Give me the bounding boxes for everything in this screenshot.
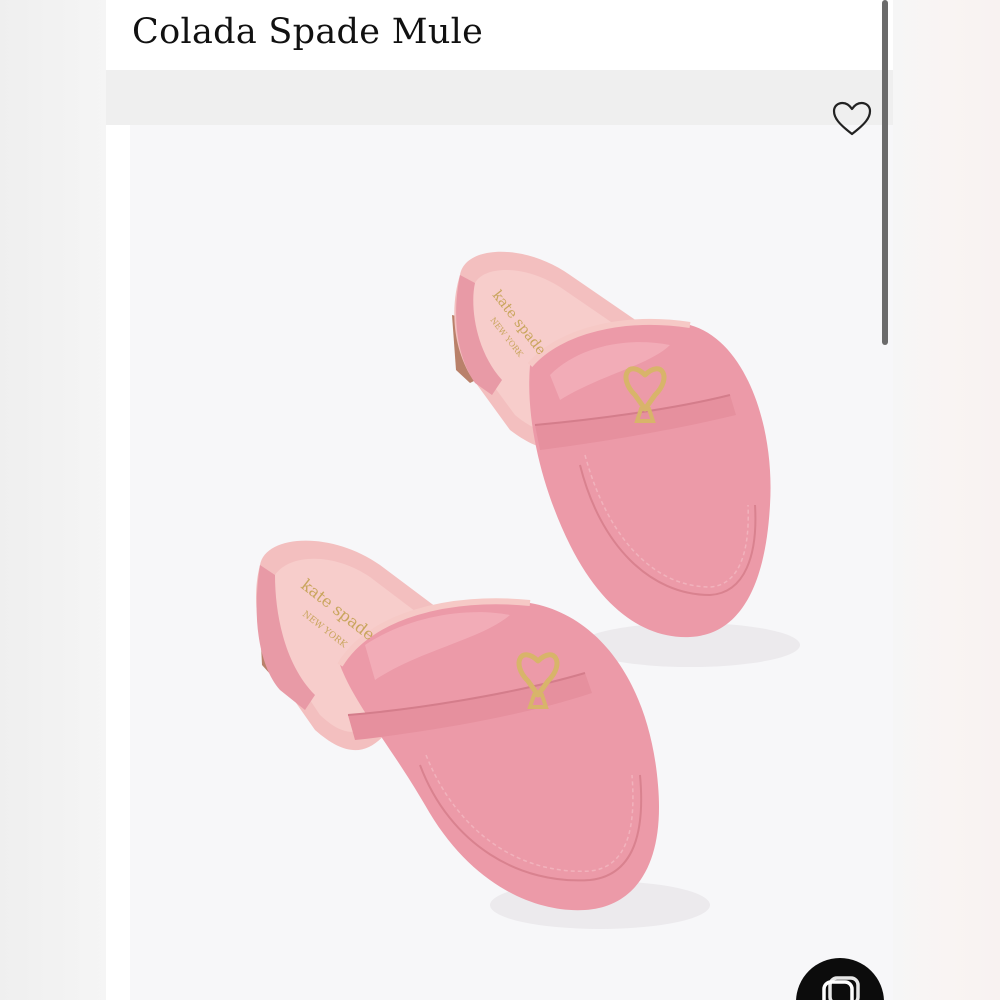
front-shoe: kate spade NEW YORK — [256, 540, 660, 911]
chat-bubble-icon — [822, 976, 860, 1000]
mule-shoes-image: kate spade NEW YORK kate spade NEW YORK — [256, 251, 800, 929]
heart-outline-icon — [832, 101, 872, 136]
backdrop-right — [893, 0, 1000, 1000]
favorite-button[interactable] — [831, 100, 873, 140]
image-gutter — [106, 125, 130, 1000]
back-shoe: kate spade NEW YORK — [452, 251, 771, 638]
product-title: Colada Spade Mule — [132, 12, 484, 52]
backdrop-left — [0, 0, 106, 1000]
product-image[interactable]: kate spade NEW YORK kate spade NEW YORK — [130, 125, 893, 1000]
product-screen: Colada Spade Mule kate spade NEW YORK ka… — [106, 0, 893, 1000]
title-bar: Colada Spade Mule — [106, 0, 893, 70]
header-band — [106, 70, 893, 125]
scrollbar-thumb[interactable] — [882, 0, 888, 345]
